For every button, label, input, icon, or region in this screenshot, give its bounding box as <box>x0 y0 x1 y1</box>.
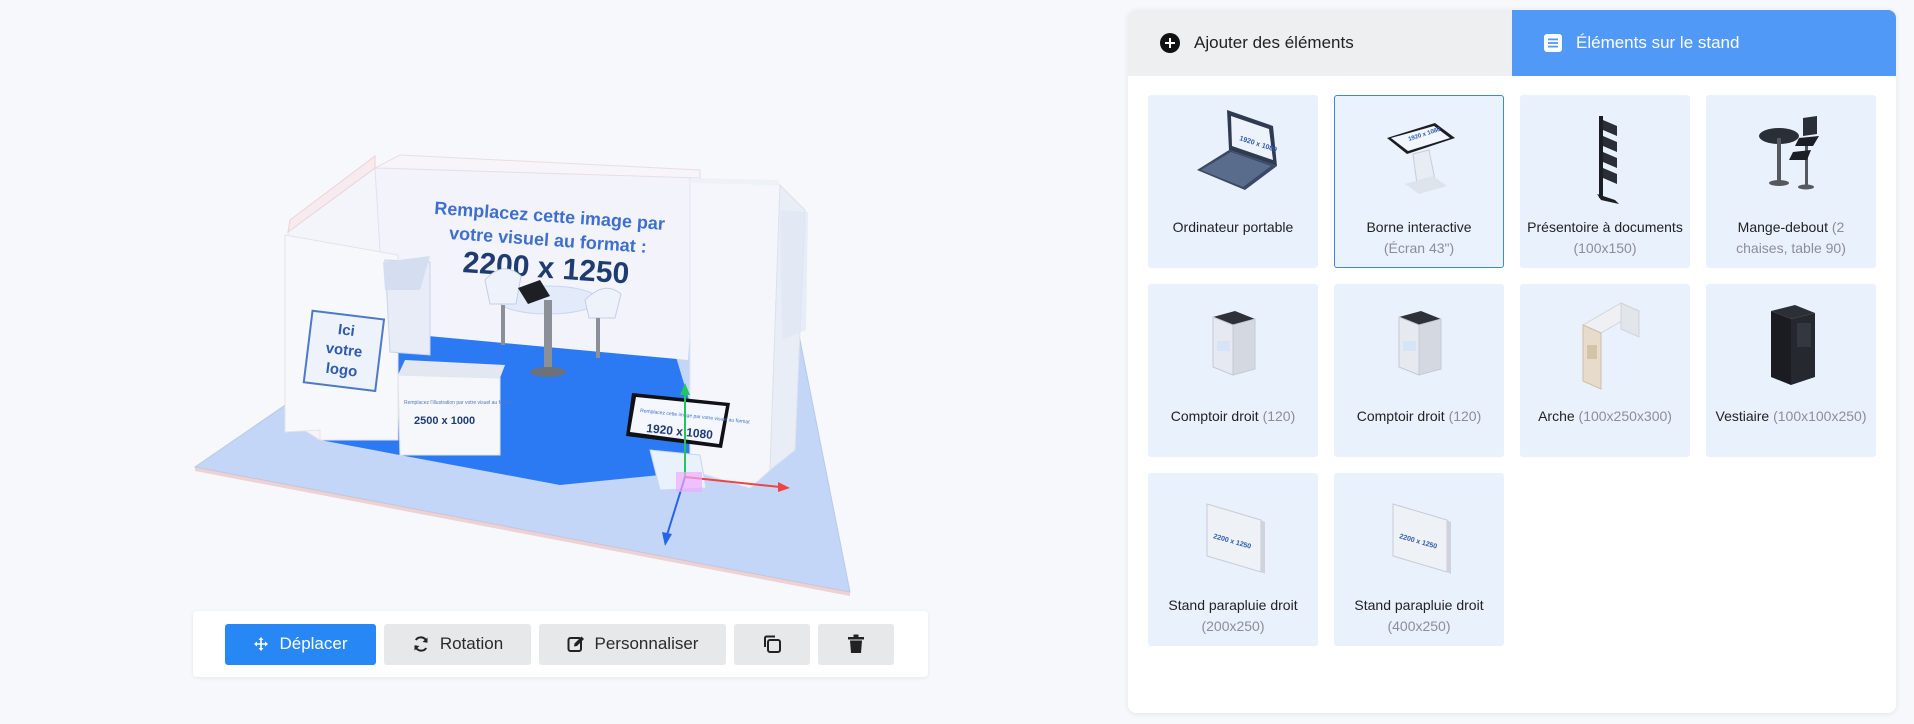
bar-table-leg <box>544 300 552 370</box>
element-label: Ordinateur portable <box>1155 217 1311 238</box>
tab-stand-elements[interactable]: Éléments sur le stand <box>1512 10 1896 76</box>
stand-3d-viewport[interactable]: Remplacez cette image par votre visuel a… <box>0 0 1110 600</box>
counter-small-text: Remplacez l'illustration par votre visue… <box>404 400 513 406</box>
cloakroom-icon <box>1771 305 1815 385</box>
move-button[interactable]: Déplacer <box>225 623 376 665</box>
element-name: Présentoire à documents <box>1527 219 1683 235</box>
element-detail: (100x150) <box>1573 240 1637 256</box>
duplicate-button[interactable] <box>734 623 810 665</box>
logo-line-1: Ici <box>337 321 356 340</box>
element-label: Mange-debout (2 chaises, table 90) <box>1713 217 1869 259</box>
element-detail: (100x100x250) <box>1773 408 1867 424</box>
element-name: Borne interactive <box>1366 219 1472 235</box>
element-detail: (120) <box>1262 408 1296 424</box>
trash-icon <box>848 634 864 653</box>
element-card-cloakroom[interactable]: Vestiaire (100x100x250) <box>1706 284 1876 457</box>
counter-dimensions: 2500 x 1000 <box>414 415 475 427</box>
element-name: Stand parapluie droit <box>1354 597 1484 613</box>
elements-panel: Ajouter des éléments Éléments sur le sta… <box>1128 10 1896 713</box>
element-label: Comptoir droit (120) <box>1341 406 1497 427</box>
element-name: Comptoir droit <box>1356 408 1445 424</box>
element-card-brochure-rack[interactable]: Présentoire à documents (100x150) <box>1520 95 1690 268</box>
element-label: Stand parapluie droit (400x250) <box>1341 595 1497 637</box>
stand-3d-scene[interactable]: Remplacez cette image par votre visuel a… <box>0 0 1110 600</box>
object-toolbar: Déplacer Rotation Personnaliser <box>193 611 928 677</box>
right-back-panel <box>780 210 808 340</box>
element-name: Comptoir droit <box>1170 408 1259 424</box>
counter-icon <box>1398 311 1442 376</box>
element-name: Vestiaire <box>1715 408 1770 424</box>
element-card-counter-2[interactable]: Comptoir droit (120) <box>1334 284 1504 457</box>
gizmo-plane-handle[interactable] <box>676 472 702 492</box>
element-detail: (120) <box>1448 408 1482 424</box>
rotate-button[interactable]: Rotation <box>384 623 531 665</box>
plus-circle-icon <box>1160 33 1180 53</box>
delete-button[interactable] <box>818 623 894 665</box>
customize-button-label: Personnaliser <box>594 634 699 653</box>
move-button-label: Déplacer <box>279 634 348 653</box>
arch-icon <box>1581 302 1641 390</box>
element-label: Stand parapluie droit (200x250) <box>1155 595 1311 637</box>
tab-add-elements-label: Ajouter des éléments <box>1194 33 1354 52</box>
element-detail: (400x250) <box>1387 618 1451 634</box>
logo-panel: Ici votre logo <box>302 309 386 393</box>
element-label: Borne interactive (Écran 43") <box>1341 217 1497 259</box>
element-card-laptop[interactable]: 1920 x 1080 Ordinateur portable <box>1148 95 1318 268</box>
rotate-button-label: Rotation <box>439 634 504 653</box>
bar-table-foot <box>530 367 566 377</box>
element-label: Comptoir droit (120) <box>1155 406 1311 427</box>
element-detail: (200x250) <box>1201 618 1265 634</box>
rotate-icon <box>414 636 428 652</box>
element-detail: (Écran 43") <box>1383 240 1455 256</box>
element-label: Arche (100x250x300) <box>1527 406 1683 427</box>
bar-table-icon <box>1759 116 1819 190</box>
element-card-popup-wall-200[interactable]: 2200 x 1250 Stand parapluie droit (200x2… <box>1148 473 1318 646</box>
panel-tabs: Ajouter des éléments Éléments sur le sta… <box>1128 10 1896 76</box>
tab-add-elements[interactable]: Ajouter des éléments <box>1128 10 1512 76</box>
popup-wall-icon: 2200 x 1250 <box>1392 503 1451 574</box>
list-icon <box>1544 34 1562 52</box>
element-card-arch[interactable]: Arche (100x250x300) <box>1520 284 1690 457</box>
duplicate-icon <box>764 635 781 653</box>
element-card-counter-1[interactable]: Comptoir droit (120) <box>1148 284 1318 457</box>
element-name: Mange-debout <box>1737 219 1828 235</box>
edit-icon <box>567 636 584 652</box>
kiosk-icon: 1920 x 1080 <box>1387 123 1455 194</box>
popup-wall-icon: 2200 x 1250 <box>1206 503 1265 574</box>
element-detail: (100x250x300) <box>1578 408 1672 424</box>
element-label: Vestiaire (100x100x250) <box>1713 406 1869 427</box>
element-name: Ordinateur portable <box>1172 219 1294 235</box>
customize-button[interactable]: Personnaliser <box>539 623 726 665</box>
element-label: Présentoire à documents (100x150) <box>1527 217 1683 259</box>
counter-icon <box>1212 311 1256 376</box>
tab-stand-elements-label: Éléments sur le stand <box>1576 33 1740 52</box>
move-arrows-icon <box>254 637 269 651</box>
element-card-kiosk[interactable]: 1920 x 1080 Borne interactive (Écran 43"… <box>1334 95 1504 268</box>
elements-grid: 1920 x 1080 Ordinateur portable 1920 x 1… <box>1148 95 1876 646</box>
element-card-bar-table[interactable]: Mange-debout (2 chaises, table 90) <box>1706 95 1876 268</box>
brochure-rack-icon <box>1597 116 1619 204</box>
laptop-icon: 1920 x 1080 <box>1197 110 1278 190</box>
element-name: Stand parapluie droit <box>1168 597 1298 613</box>
element-card-popup-wall-400[interactable]: 2200 x 1250 Stand parapluie droit (400x2… <box>1334 473 1504 646</box>
element-name: Arche <box>1538 408 1575 424</box>
